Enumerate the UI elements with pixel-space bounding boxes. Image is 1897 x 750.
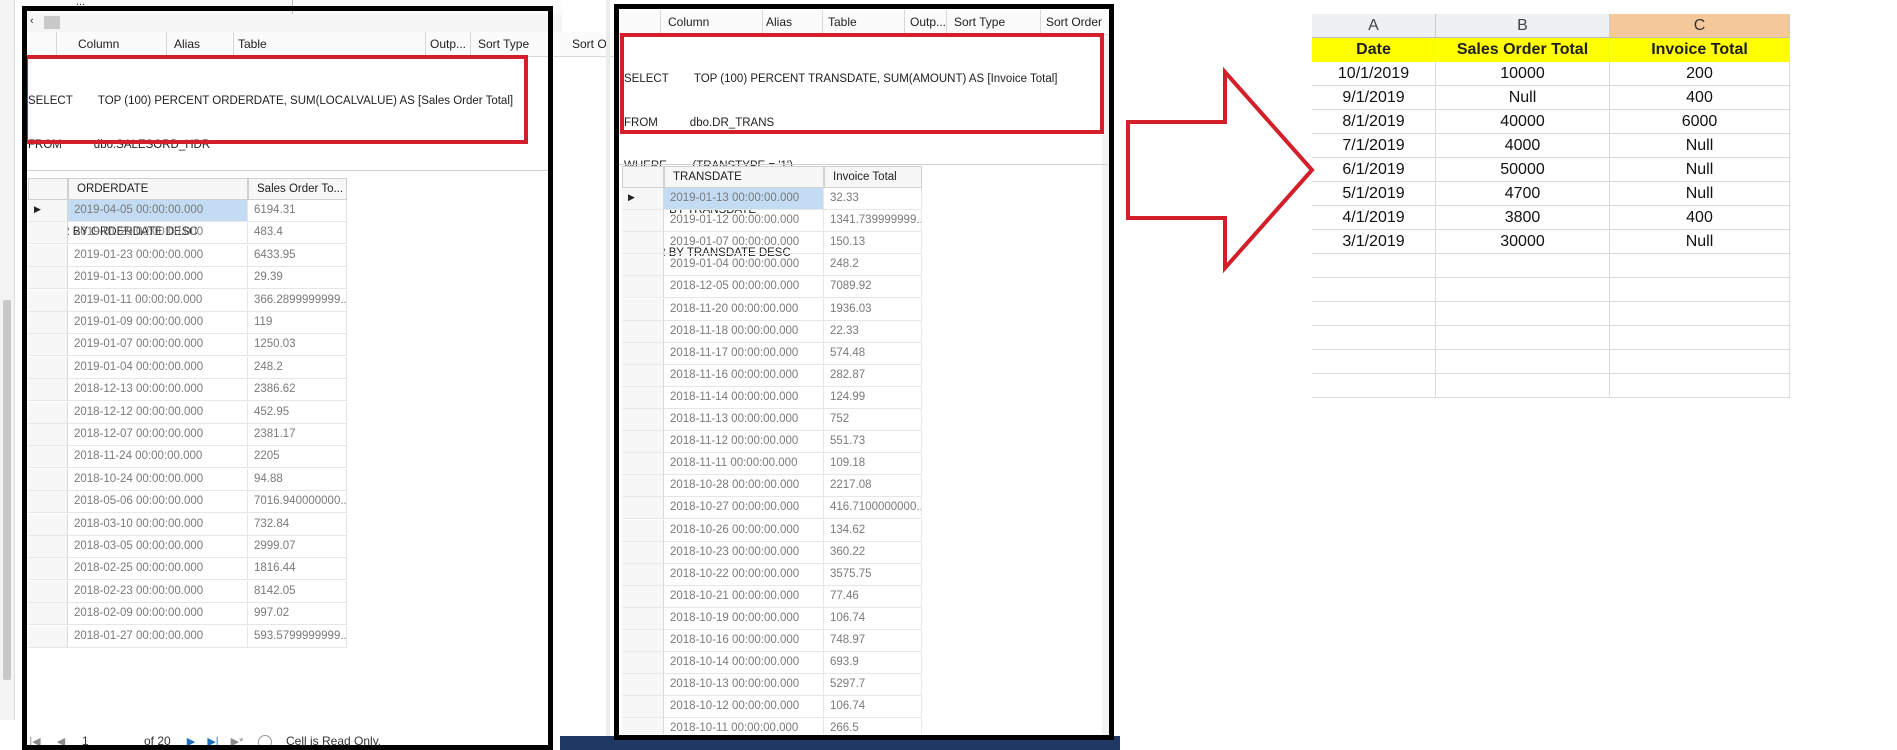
right-arrow-icon (1126, 66, 1315, 274)
scrollbar-thumb[interactable] (3, 300, 11, 680)
sheet-cell[interactable]: 3800 (1436, 206, 1610, 230)
sheet-cell[interactable]: 4/1/2019 (1312, 206, 1436, 230)
header-sales-order-total[interactable]: Sales Order Total (1436, 38, 1610, 62)
empty-sheet-cell[interactable] (1312, 374, 1436, 398)
empty-sheet-cell[interactable] (1610, 374, 1790, 398)
empty-sheet-cell[interactable] (1436, 350, 1610, 374)
sheet-cell[interactable]: 8/1/2019 (1312, 110, 1436, 134)
empty-sheet-cell[interactable] (1312, 326, 1436, 350)
sheet-cell[interactable]: Null (1610, 230, 1790, 254)
header-date[interactable]: Date (1312, 38, 1436, 62)
sheet-cell[interactable]: Null (1436, 86, 1610, 110)
middle-black-frame (614, 4, 1114, 740)
empty-sheet-cell[interactable] (1610, 350, 1790, 374)
sheet-cell[interactable]: 400 (1610, 86, 1790, 110)
empty-sheet-cell[interactable] (1610, 302, 1790, 326)
empty-sheet-cell[interactable] (1610, 326, 1790, 350)
sheet-cell[interactable]: 4000 (1436, 134, 1610, 158)
empty-sheet-cell[interactable] (1312, 254, 1436, 278)
sheet-cell[interactable]: 400 (1610, 206, 1790, 230)
sheet-cell[interactable]: 5/1/2019 (1312, 182, 1436, 206)
empty-sheet-cell[interactable] (1436, 302, 1610, 326)
left-black-frame (22, 6, 553, 750)
sheet-cell[interactable]: Null (1610, 134, 1790, 158)
sheet-cell[interactable]: 6000 (1610, 110, 1790, 134)
middle-splitter[interactable] (606, 0, 610, 738)
sheet-cell[interactable]: 6/1/2019 (1312, 158, 1436, 182)
empty-sheet-cell[interactable] (1436, 254, 1610, 278)
sheet-cell[interactable]: 40000 (1436, 110, 1610, 134)
empty-sheet-cell[interactable] (1312, 302, 1436, 326)
sheet-cell[interactable]: 3/1/2019 (1312, 230, 1436, 254)
sheet-cell[interactable]: 7/1/2019 (1312, 134, 1436, 158)
sheet-cell[interactable]: 200 (1610, 62, 1790, 86)
header-invoice-total[interactable]: Invoice Total (1610, 38, 1790, 62)
left-outer-scrollbar[interactable] (0, 0, 15, 720)
empty-sheet-cell[interactable] (1610, 278, 1790, 302)
excel-sheet: A B C Date Sales Order Total Invoice Tot… (1312, 0, 1812, 420)
sheet-cell[interactable]: 50000 (1436, 158, 1610, 182)
empty-sheet-cell[interactable] (1436, 326, 1610, 350)
col-header-sort-order[interactable]: Sort O (572, 37, 607, 51)
column-letter-c[interactable]: C (1610, 14, 1790, 38)
empty-sheet-cell[interactable] (1436, 374, 1610, 398)
column-letter-a[interactable]: A (1312, 14, 1436, 38)
column-letter-b[interactable]: B (1436, 14, 1610, 38)
empty-sheet-cell[interactable] (1436, 278, 1610, 302)
empty-sheet-cell[interactable] (1312, 350, 1436, 374)
sheet-cell[interactable]: 30000 (1436, 230, 1610, 254)
sheet-cell[interactable]: 4700 (1436, 182, 1610, 206)
sheet-cell[interactable]: Null (1610, 182, 1790, 206)
sheet-cell[interactable]: 9/1/2019 (1312, 86, 1436, 110)
sheet-cell[interactable]: 10000 (1436, 62, 1610, 86)
empty-sheet-cell[interactable] (1610, 254, 1790, 278)
sheet-cell[interactable]: 10/1/2019 (1312, 62, 1436, 86)
sheet-cell[interactable]: Null (1610, 158, 1790, 182)
empty-sheet-cell[interactable] (1312, 278, 1436, 302)
